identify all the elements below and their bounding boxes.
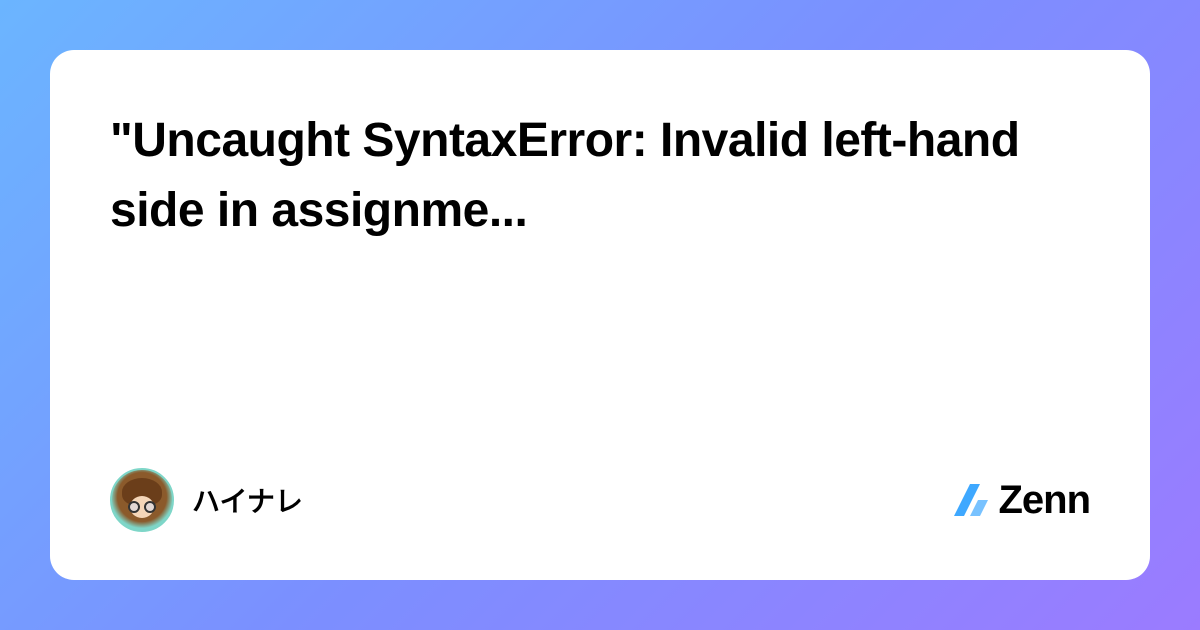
card-footer: ハイナレ Zenn <box>110 468 1090 532</box>
content-card: "Uncaught SyntaxError: Invalid left-hand… <box>50 50 1150 580</box>
brand-name: Zenn <box>998 478 1090 523</box>
author-name: ハイナレ <box>192 480 303 520</box>
avatar <box>110 468 174 532</box>
page-title: "Uncaught SyntaxError: Invalid left-hand… <box>110 106 1090 245</box>
brand-logo: Zenn <box>950 478 1090 523</box>
author-block: ハイナレ <box>110 468 303 532</box>
zenn-icon <box>950 480 990 520</box>
